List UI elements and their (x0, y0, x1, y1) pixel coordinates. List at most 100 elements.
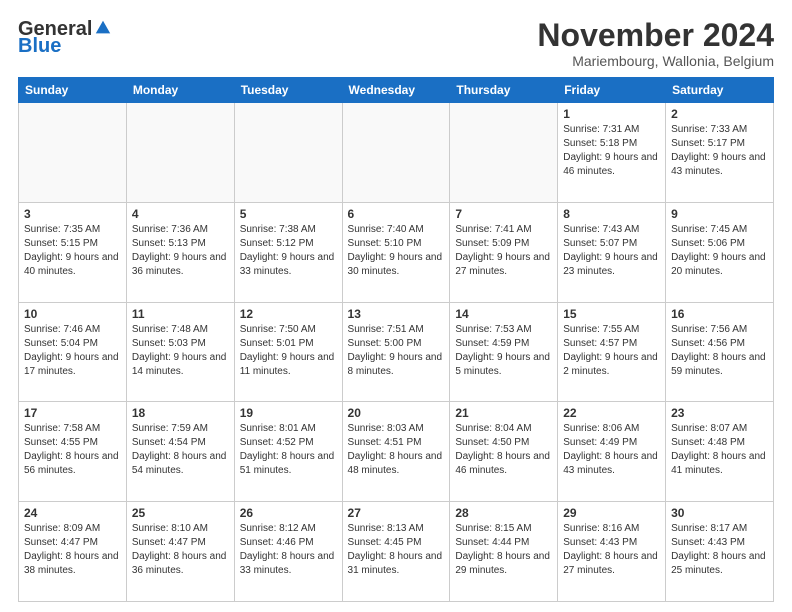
month-title: November 2024 (537, 18, 774, 53)
calendar-cell: 16 Sunrise: 7:56 AM Sunset: 4:56 PM Dayli… (666, 302, 774, 402)
day-info: Sunrise: 7:51 AM Sunset: 5:00 PM Dayligh… (348, 323, 445, 379)
col-header-friday: Friday (558, 78, 666, 103)
col-header-saturday: Saturday (666, 78, 774, 103)
calendar-cell: 28 Sunrise: 8:15 AM Sunset: 4:44 PM Dayli… (450, 502, 558, 602)
calendar-cell: 5 Sunrise: 7:38 AM Sunset: 5:12 PM Daylig… (234, 202, 342, 302)
calendar-cell: 13 Sunrise: 7:51 AM Sunset: 5:00 PM Dayli… (342, 302, 450, 402)
day-number: 27 (348, 506, 445, 520)
calendar-cell: 9Sunrise: 7:45 AM Sunset: 5:06 PM Daylig… (666, 202, 774, 302)
calendar-cell: 2 Sunrise: 7:33 AM Sunset: 5:17 PM Daylig… (666, 103, 774, 203)
day-number: 22 (563, 406, 660, 420)
calendar-cell: 6Sunrise: 7:40 AM Sunset: 5:10 PM Daylig… (342, 202, 450, 302)
calendar-cell: 11 Sunrise: 7:48 AM Sunset: 5:03 PM Dayli… (126, 302, 234, 402)
calendar-cell: 24 Sunrise: 8:09 AM Sunset: 4:47 PM Dayli… (19, 502, 127, 602)
day-info: Sunrise: 8:17 AM Sunset: 4:43 PM Dayligh… (671, 522, 768, 578)
calendar-cell: 18 Sunrise: 7:59 AM Sunset: 4:54 PM Dayli… (126, 402, 234, 502)
title-block: November 2024 Mariembourg, Wallonia, Bel… (537, 18, 774, 69)
calendar-cell: 3 Sunrise: 7:35 AM Sunset: 5:15 PM Daylig… (19, 202, 127, 302)
day-info: Sunrise: 7:31 AM Sunset: 5:18 PM Dayligh… (563, 123, 660, 179)
day-number: 18 (132, 406, 229, 420)
day-number: 10 (24, 307, 121, 321)
day-info: Sunrise: 7:50 AM Sunset: 5:01 PM Dayligh… (240, 323, 337, 379)
day-info: Sunrise: 7:35 AM Sunset: 5:15 PM Dayligh… (24, 223, 121, 279)
calendar-cell: 30 Sunrise: 8:17 AM Sunset: 4:43 PM Dayli… (666, 502, 774, 602)
calendar-cell: 4Sunrise: 7:36 AM Sunset: 5:13 PM Daylig… (126, 202, 234, 302)
day-info: Sunrise: 7:41 AM Sunset: 5:09 PM Dayligh… (455, 223, 552, 279)
day-info: Sunrise: 7:36 AM Sunset: 5:13 PM Dayligh… (132, 223, 229, 279)
calendar-cell: 15 Sunrise: 7:55 AM Sunset: 4:57 PM Dayli… (558, 302, 666, 402)
day-number: 29 (563, 506, 660, 520)
day-number: 8 (563, 207, 660, 221)
day-number: 12 (240, 307, 337, 321)
day-number: 3 (24, 207, 121, 221)
day-info: Sunrise: 7:53 AM Sunset: 4:59 PM Dayligh… (455, 323, 552, 379)
day-info: Sunrise: 8:09 AM Sunset: 4:47 PM Dayligh… (24, 522, 121, 578)
calendar-cell: 8 Sunrise: 7:43 AM Sunset: 5:07 PM Daylig… (558, 202, 666, 302)
calendar-week-row: 3 Sunrise: 7:35 AM Sunset: 5:15 PM Daylig… (19, 202, 774, 302)
day-info: Sunrise: 7:33 AM Sunset: 5:17 PM Dayligh… (671, 123, 768, 179)
calendar-week-row: 10 Sunrise: 7:46 AM Sunset: 5:04 PM Dayli… (19, 302, 774, 402)
day-number: 1 (563, 107, 660, 121)
day-number: 30 (671, 506, 768, 520)
day-info: Sunrise: 8:04 AM Sunset: 4:50 PM Dayligh… (455, 422, 552, 478)
col-header-wednesday: Wednesday (342, 78, 450, 103)
calendar-cell: 12 Sunrise: 7:50 AM Sunset: 5:01 PM Dayli… (234, 302, 342, 402)
day-number: 21 (455, 406, 552, 420)
calendar-cell: 27 Sunrise: 8:13 AM Sunset: 4:45 PM Dayli… (342, 502, 450, 602)
day-info: Sunrise: 7:56 AM Sunset: 4:56 PM Dayligh… (671, 323, 768, 379)
day-info: Sunrise: 7:46 AM Sunset: 5:04 PM Dayligh… (24, 323, 121, 379)
day-info: Sunrise: 8:13 AM Sunset: 4:45 PM Dayligh… (348, 522, 445, 578)
day-number: 26 (240, 506, 337, 520)
header: General Blue November 2024 Mariembourg, … (18, 18, 774, 69)
calendar-cell: 14Sunrise: 7:53 AM Sunset: 4:59 PM Dayli… (450, 302, 558, 402)
day-number: 11 (132, 307, 229, 321)
day-number: 19 (240, 406, 337, 420)
day-number: 13 (348, 307, 445, 321)
day-number: 25 (132, 506, 229, 520)
day-number: 7 (455, 207, 552, 221)
calendar-week-row: 17 Sunrise: 7:58 AM Sunset: 4:55 PM Dayli… (19, 402, 774, 502)
day-info: Sunrise: 8:07 AM Sunset: 4:48 PM Dayligh… (671, 422, 768, 478)
day-number: 2 (671, 107, 768, 121)
day-number: 16 (671, 307, 768, 321)
location: Mariembourg, Wallonia, Belgium (537, 53, 774, 69)
day-number: 15 (563, 307, 660, 321)
day-info: Sunrise: 8:03 AM Sunset: 4:51 PM Dayligh… (348, 422, 445, 478)
day-info: Sunrise: 7:59 AM Sunset: 4:54 PM Dayligh… (132, 422, 229, 478)
calendar-cell: 26 Sunrise: 8:12 AM Sunset: 4:46 PM Dayli… (234, 502, 342, 602)
day-info: Sunrise: 7:38 AM Sunset: 5:12 PM Dayligh… (240, 223, 337, 279)
calendar-cell: 7 Sunrise: 7:41 AM Sunset: 5:09 PM Daylig… (450, 202, 558, 302)
col-header-tuesday: Tuesday (234, 78, 342, 103)
day-info: Sunrise: 8:12 AM Sunset: 4:46 PM Dayligh… (240, 522, 337, 578)
day-number: 5 (240, 207, 337, 221)
day-number: 6 (348, 207, 445, 221)
calendar-cell: 25Sunrise: 8:10 AM Sunset: 4:47 PM Dayli… (126, 502, 234, 602)
day-number: 17 (24, 406, 121, 420)
calendar-week-row: 24 Sunrise: 8:09 AM Sunset: 4:47 PM Dayli… (19, 502, 774, 602)
calendar-cell: 19 Sunrise: 8:01 AM Sunset: 4:52 PM Dayli… (234, 402, 342, 502)
calendar-cell (450, 103, 558, 203)
day-info: Sunrise: 7:45 AM Sunset: 5:06 PM Dayligh… (671, 223, 768, 279)
logo-blue-text: Blue (18, 35, 61, 58)
calendar-table: SundayMondayTuesdayWednesdayThursdayFrid… (18, 77, 774, 602)
day-info: Sunrise: 8:01 AM Sunset: 4:52 PM Dayligh… (240, 422, 337, 478)
calendar-cell (126, 103, 234, 203)
calendar-cell: 22 Sunrise: 8:06 AM Sunset: 4:49 PM Dayli… (558, 402, 666, 502)
calendar-week-row: 1 Sunrise: 7:31 AM Sunset: 5:18 PM Daylig… (19, 103, 774, 203)
day-number: 23 (671, 406, 768, 420)
logo-icon (94, 19, 112, 37)
calendar-cell (234, 103, 342, 203)
day-info: Sunrise: 7:48 AM Sunset: 5:03 PM Dayligh… (132, 323, 229, 379)
day-number: 24 (24, 506, 121, 520)
day-info: Sunrise: 7:43 AM Sunset: 5:07 PM Dayligh… (563, 223, 660, 279)
day-info: Sunrise: 8:15 AM Sunset: 4:44 PM Dayligh… (455, 522, 552, 578)
calendar-cell: 10 Sunrise: 7:46 AM Sunset: 5:04 PM Dayli… (19, 302, 127, 402)
day-info: Sunrise: 8:06 AM Sunset: 4:49 PM Dayligh… (563, 422, 660, 478)
col-header-thursday: Thursday (450, 78, 558, 103)
day-info: Sunrise: 7:58 AM Sunset: 4:55 PM Dayligh… (24, 422, 121, 478)
day-info: Sunrise: 7:55 AM Sunset: 4:57 PM Dayligh… (563, 323, 660, 379)
calendar-cell: 21 Sunrise: 8:04 AM Sunset: 4:50 PM Dayli… (450, 402, 558, 502)
page: General Blue November 2024 Mariembourg, … (0, 0, 792, 612)
calendar-cell (19, 103, 127, 203)
day-number: 28 (455, 506, 552, 520)
